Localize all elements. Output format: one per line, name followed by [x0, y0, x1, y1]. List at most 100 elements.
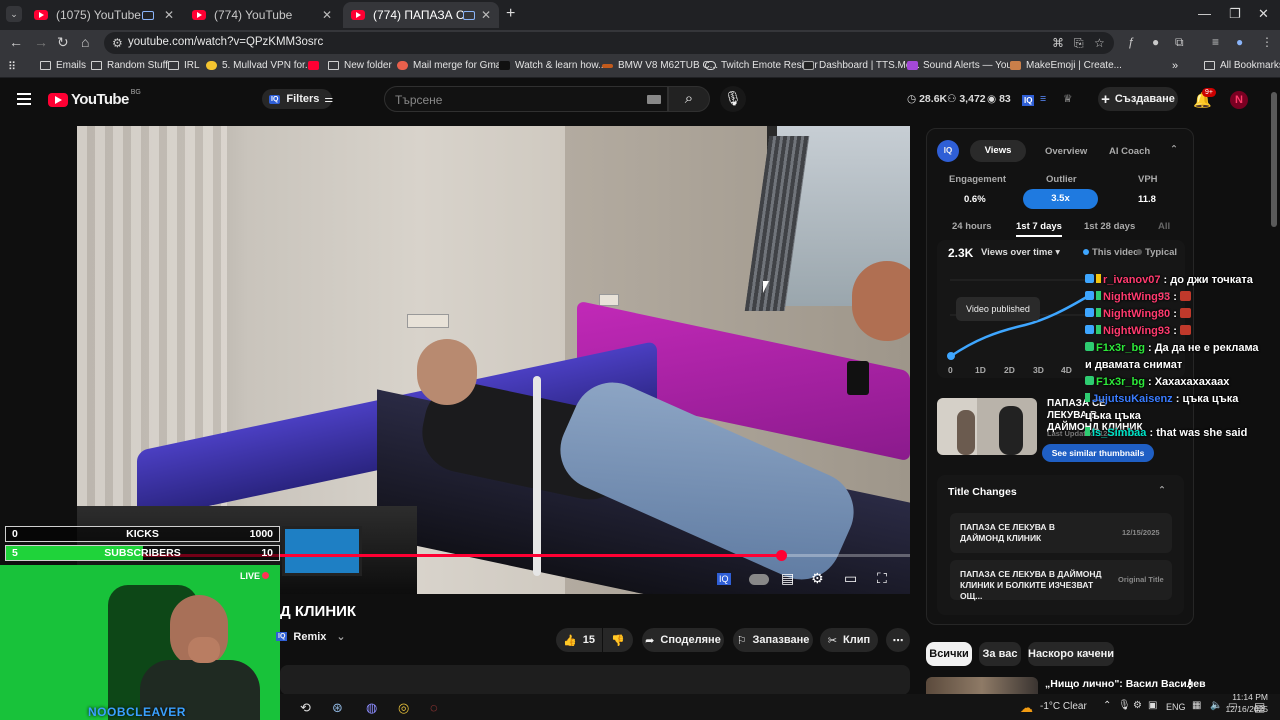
range-24-hours[interactable]: 24 hours — [952, 221, 992, 232]
collapse-chevron-icon[interactable]: ⌃ — [1158, 485, 1166, 496]
autoplay-toggle-icon[interactable] — [749, 574, 769, 585]
bookmark-bmw[interactable]: BMW V8 M62TUB C... — [602, 60, 718, 71]
see-similar-thumbnails-button[interactable]: See similar thumbnails — [1042, 444, 1154, 462]
language-indicator[interactable]: ENG — [1166, 702, 1186, 712]
back-icon[interactable]: ← — [9, 34, 23, 50]
share-button[interactable]: ➦ Споделяне — [642, 628, 724, 652]
restore-icon[interactable]: ❐ — [1229, 6, 1241, 22]
translate-icon[interactable]: ⌘ — [1052, 36, 1064, 50]
trophy-icon[interactable]: ♕ — [1063, 93, 1072, 105]
bookmark-irl[interactable]: IRL — [168, 60, 200, 71]
bookmark-mullvad[interactable]: 5. Mullvad VPN for... — [206, 60, 313, 71]
page-scrollbar[interactable] — [1271, 92, 1277, 227]
range-1st-28-days[interactable]: 1st 28 days — [1084, 221, 1135, 232]
reload-icon[interactable]: ↻ — [57, 34, 69, 51]
youtube-logo[interactable]: YouTube BG — [48, 89, 141, 108]
miniplayer-icon[interactable]: ▭ — [844, 570, 857, 587]
profile-icon[interactable]: ● — [1236, 35, 1243, 49]
extensions-puzzle-icon[interactable]: ⧉ — [1175, 35, 1184, 50]
url-text[interactable]: youtube.com/watch?v=QPzKMM3osrc — [128, 36, 323, 48]
range-1st-7-days[interactable]: 1st 7 days — [1016, 221, 1062, 237]
save-button[interactable]: ⚐ Запазване — [733, 628, 813, 652]
account-avatar[interactable]: N — [1230, 91, 1248, 109]
settings-gear-icon[interactable]: ⚙ — [811, 570, 824, 587]
vidiq-toolbar-icon[interactable]: IQ — [1022, 95, 1035, 106]
panel-tab-views[interactable]: Views — [970, 140, 1026, 162]
tray-icon[interactable]: ▣ — [1148, 700, 1157, 711]
install-app-icon[interactable]: ⎘ — [1074, 36, 1084, 51]
apps-grid-icon[interactable]: ⠿ — [8, 60, 16, 73]
remix-button[interactable]: IQ Remix ⌄ — [276, 630, 346, 643]
bookmark-emails[interactable]: Emails — [40, 60, 86, 71]
tray-chevron-icon[interactable]: ⌃ — [1103, 700, 1111, 711]
metric-vph-value[interactable]: 11.8 — [1138, 194, 1156, 205]
fullscreen-icon[interactable]: ⛶ — [877, 570, 887, 587]
bookmark-watch-learn[interactable]: Watch & learn how... — [499, 60, 606, 71]
close-tab-icon[interactable]: ✕ — [322, 8, 332, 22]
close-tab-icon[interactable]: ✕ — [164, 8, 174, 22]
metric-engagement-value[interactable]: 0.6% — [964, 194, 986, 205]
chrome-icon[interactable]: ◎ — [398, 700, 409, 716]
bookmark-makeemoji[interactable]: MakeEmoji | Create... — [1010, 60, 1122, 71]
tray-icon[interactable]: ⚙ — [1133, 700, 1142, 711]
panel-tab-ai-coach[interactable]: AI Coach — [1109, 146, 1150, 157]
dislike-button[interactable]: 👎 — [603, 628, 633, 652]
more-bookmarks-icon[interactable]: » — [1172, 60, 1178, 72]
keyboard-icon[interactable] — [647, 95, 661, 104]
browser-tab-1[interactable]: (1075) YouTube ✕ — [26, 2, 182, 28]
extension-icon[interactable]: ● — [1152, 35, 1159, 49]
description-box[interactable] — [280, 665, 910, 695]
bookmark-twitch-emote[interactable]: Twitch Emote Resizer — [705, 60, 818, 71]
chip-all[interactable]: Всички — [926, 642, 972, 666]
more-actions-button[interactable]: ⋯ — [886, 628, 910, 652]
voice-search-button[interactable]: 🎙 — [720, 86, 746, 112]
chart-mode-dropdown[interactable]: Views over time ▾ — [981, 247, 1060, 258]
close-tab-icon[interactable]: ✕ — [481, 8, 491, 22]
progress-scrubber-knob[interactable] — [775, 550, 787, 561]
new-tab-icon[interactable]: + — [506, 5, 515, 23]
video-player[interactable]: IQ ▤ ⚙ ▭ ⛶ — [77, 126, 910, 594]
taskbar-app-icon[interactable]: ⟲ — [300, 700, 311, 716]
bookmark-star-icon[interactable]: ☆ — [1094, 36, 1105, 50]
forward-icon[interactable]: → — [34, 34, 48, 50]
weather-icon[interactable]: ☁ — [1020, 700, 1033, 716]
next-video-thumbnail[interactable] — [926, 677, 1038, 694]
close-window-icon[interactable]: ✕ — [1258, 6, 1269, 22]
range-all[interactable]: All — [1158, 221, 1170, 232]
clip-button[interactable]: ✂ Клип — [820, 628, 878, 652]
site-info-icon[interactable]: ⚙ — [112, 36, 123, 50]
browser-tab-3-active[interactable]: (774) ПАПАЗА СЕ ЛЕКУВА В ✕ — [343, 2, 499, 28]
browser-tab-2[interactable]: (774) YouTube ✕ — [184, 2, 340, 28]
bookmark-sound-alerts[interactable]: Sound Alerts — You... — [907, 60, 1020, 71]
bookmark-mail-merge[interactable]: Mail merge for Gma... — [397, 60, 510, 71]
tab-list-chevron-icon[interactable]: ⌄ — [6, 6, 22, 22]
media-control-icon[interactable]: ≡ — [1212, 35, 1219, 49]
chip-for-you[interactable]: За вас — [979, 642, 1021, 666]
collapse-chevron-icon[interactable]: ⌃ — [1170, 144, 1178, 155]
metric-outlier-pill[interactable]: 3.5x — [1023, 189, 1098, 209]
video-thumbnail[interactable] — [937, 398, 1037, 455]
home-icon[interactable]: ⌂ — [81, 34, 89, 50]
discord-icon[interactable]: ◍ — [366, 700, 377, 716]
taskbar-app-2-icon[interactable]: ◌ — [430, 700, 438, 715]
create-button[interactable]: + Създаване — [1098, 87, 1178, 111]
filters-button[interactable]: IQ Filters ⚌ — [262, 89, 333, 109]
hamburger-menu-icon[interactable] — [17, 93, 31, 105]
like-button[interactable]: 👍 15 — [556, 628, 602, 652]
menu-dots-icon[interactable]: ⋮ — [1261, 35, 1273, 49]
vidiq-player-icon[interactable]: IQ — [717, 573, 731, 585]
steam-icon[interactable]: ⊛ — [332, 700, 343, 716]
notification-center-icon[interactable]: ▤ — [1254, 700, 1265, 714]
weather-text[interactable]: -1°C Clear — [1040, 701, 1087, 712]
bookmark-random-stuff[interactable]: Random Stuff — [91, 60, 168, 71]
next-video-menu-icon[interactable]: ⋮ — [1184, 677, 1196, 691]
subtitles-icon[interactable]: ▤ — [781, 570, 794, 587]
font-extension-icon[interactable]: ƒ — [1128, 35, 1135, 49]
minimize-icon[interactable]: — — [1198, 6, 1211, 21]
microphone-tray-icon[interactable]: 🎙 — [1118, 700, 1131, 711]
all-bookmarks[interactable]: All Bookmarks — [1204, 60, 1280, 71]
bookmark-dashboard[interactable]: Dashboard | TTS.Mo... — [803, 60, 920, 71]
search-button[interactable]: ⌕ — [668, 86, 710, 112]
search-input[interactable]: Търсене — [384, 86, 668, 112]
bookmark-new-folder[interactable]: New folder — [308, 60, 392, 71]
